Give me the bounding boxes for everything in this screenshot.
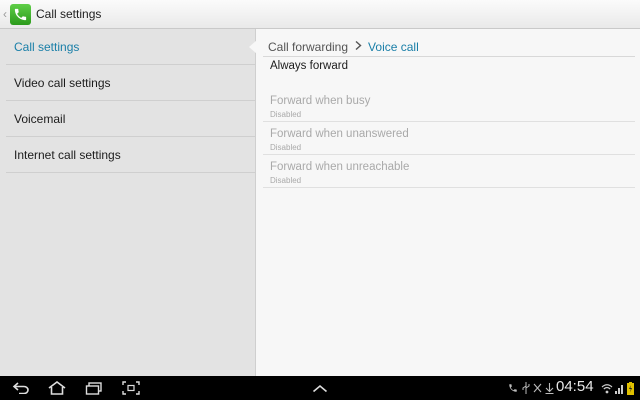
option-title: Always forward [270, 60, 348, 72]
sidebar-item-call-settings[interactable]: Call settings [6, 29, 257, 65]
settings-sidebar: Call settings Video call settings Voicem… [0, 29, 257, 376]
up-chevron-icon[interactable] [305, 376, 335, 400]
call-icon [508, 381, 518, 395]
sidebar-item-video-call-settings[interactable]: Video call settings [6, 65, 256, 101]
up-navigation-icon[interactable]: ‹ [1, 0, 9, 29]
wifi-icon [601, 381, 613, 395]
back-icon[interactable] [6, 376, 36, 400]
sidebar-item-internet-call-settings[interactable]: Internet call settings [6, 137, 256, 173]
sidebar-item-label: Voicemail [14, 111, 66, 126]
action-bar: ‹ Call settings [0, 0, 640, 29]
option-forward-when-unanswered[interactable]: Forward when unanswered Disabled [263, 122, 635, 155]
battery-icon [627, 381, 634, 395]
option-forward-when-unreachable[interactable]: Forward when unreachable Disabled [263, 155, 635, 188]
sidebar-item-label: Call settings [14, 39, 80, 54]
option-status: Disabled [270, 143, 302, 152]
signal-icon [615, 381, 625, 395]
download-icon [545, 381, 554, 395]
sidebar-item-voicemail[interactable]: Voicemail [6, 101, 256, 137]
phone-icon[interactable] [10, 3, 31, 25]
breadcrumb: Call forwarding Voice call [268, 39, 419, 55]
recent-apps-icon[interactable] [79, 376, 109, 400]
option-forward-when-busy[interactable]: Forward when busy Disabled [263, 89, 635, 122]
screenshot-icon[interactable] [116, 376, 146, 400]
page-title: Call settings [36, 7, 102, 21]
option-title: Forward when unanswered [270, 128, 409, 140]
breadcrumb-current: Voice call [368, 40, 419, 54]
option-always-forward[interactable]: Always forward [263, 60, 635, 88]
sidebar-item-label: Internet call settings [14, 147, 121, 162]
chevron-right-icon [355, 40, 362, 53]
usb-debug-icon [533, 381, 542, 395]
usb-icon [522, 381, 530, 395]
sidebar-item-label: Video call settings [14, 75, 111, 90]
option-title: Forward when busy [270, 95, 371, 107]
option-status: Disabled [270, 110, 302, 119]
breadcrumb-parent[interactable]: Call forwarding [268, 40, 348, 54]
system-bar: 04:54 [0, 376, 640, 400]
option-status: Disabled [270, 176, 302, 185]
divider [263, 56, 635, 57]
status-clock: 04:54 [556, 378, 594, 395]
home-icon[interactable] [42, 376, 72, 400]
option-title: Forward when unreachable [270, 161, 410, 173]
content-panel: Call forwarding Voice call Always forwar… [257, 29, 640, 376]
